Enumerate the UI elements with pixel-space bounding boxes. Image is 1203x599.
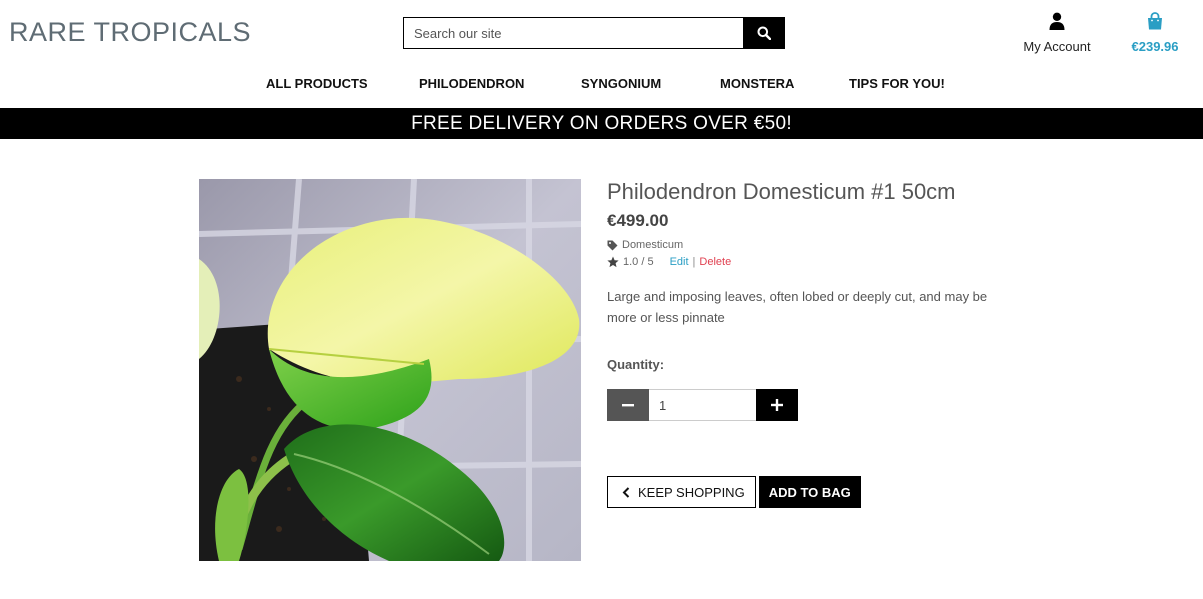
nav-item-syngonium[interactable]: SYNGONIUM — [581, 76, 661, 91]
shopping-bag-icon — [1148, 12, 1162, 30]
keep-shopping-label: KEEP SHOPPING — [638, 484, 745, 500]
my-account-link[interactable]: My Account — [1014, 12, 1100, 54]
search-form — [403, 17, 785, 49]
search-button[interactable] — [743, 17, 785, 49]
user-icon — [1049, 12, 1065, 30]
shopping-bag-link[interactable]: €239.96 — [1122, 12, 1188, 54]
delete-product-link[interactable]: Delete — [699, 256, 731, 268]
site-logo[interactable]: RARE TROPICALS — [9, 17, 251, 48]
minus-icon — [622, 404, 634, 407]
chevron-left-icon — [622, 486, 630, 498]
product-rating: 1.0 / 5 Edit | Delete — [607, 256, 1007, 268]
product-title: Philodendron Domesticum #1 50cm — [607, 179, 956, 204]
bag-total: €239.96 — [1131, 39, 1179, 54]
product-image — [199, 179, 581, 561]
nav-item-tips[interactable]: TIPS FOR YOU! — [849, 76, 945, 91]
quantity-label: Quantity: — [607, 357, 665, 372]
quantity-input[interactable] — [649, 389, 756, 421]
plant-photo — [199, 179, 581, 561]
link-separator: | — [692, 256, 696, 268]
product-details: Philodendron Domesticum #1 50cm €499.00 … — [607, 179, 1007, 508]
my-account-label: My Account — [1023, 39, 1091, 54]
nav-item-all-products[interactable]: ALL PRODUCTS — [266, 76, 368, 91]
quantity-stepper — [607, 389, 798, 421]
product-category[interactable]: Domesticum — [607, 239, 1007, 251]
plus-icon — [771, 399, 783, 411]
add-to-bag-button[interactable]: ADD TO BAG — [758, 476, 861, 508]
main-nav: ALL PRODUCTS PHILODENDRON SYNGONIUM MONS… — [0, 76, 1203, 94]
tag-icon — [607, 240, 618, 250]
nav-item-philodendron[interactable]: PHILODENDRON — [419, 76, 524, 91]
search-input[interactable] — [403, 17, 743, 49]
rating-value: 1.0 / 5 — [623, 256, 654, 268]
star-icon — [607, 256, 619, 268]
delivery-banner: FREE DELIVERY ON ORDERS OVER €50! — [0, 108, 1203, 139]
keep-shopping-button[interactable]: KEEP SHOPPING — [607, 476, 756, 508]
increment-button[interactable] — [756, 389, 798, 421]
decrement-button[interactable] — [607, 389, 649, 421]
product-description: Large and imposing leaves, often lobed o… — [607, 289, 988, 325]
search-icon — [757, 26, 771, 40]
nav-item-monstera[interactable]: MONSTERA — [720, 76, 794, 91]
product-actions: KEEP SHOPPING ADD TO BAG — [607, 476, 861, 508]
product-price: €499.00 — [607, 211, 669, 230]
category-label: Domesticum — [622, 239, 684, 251]
edit-product-link[interactable]: Edit — [670, 256, 689, 268]
